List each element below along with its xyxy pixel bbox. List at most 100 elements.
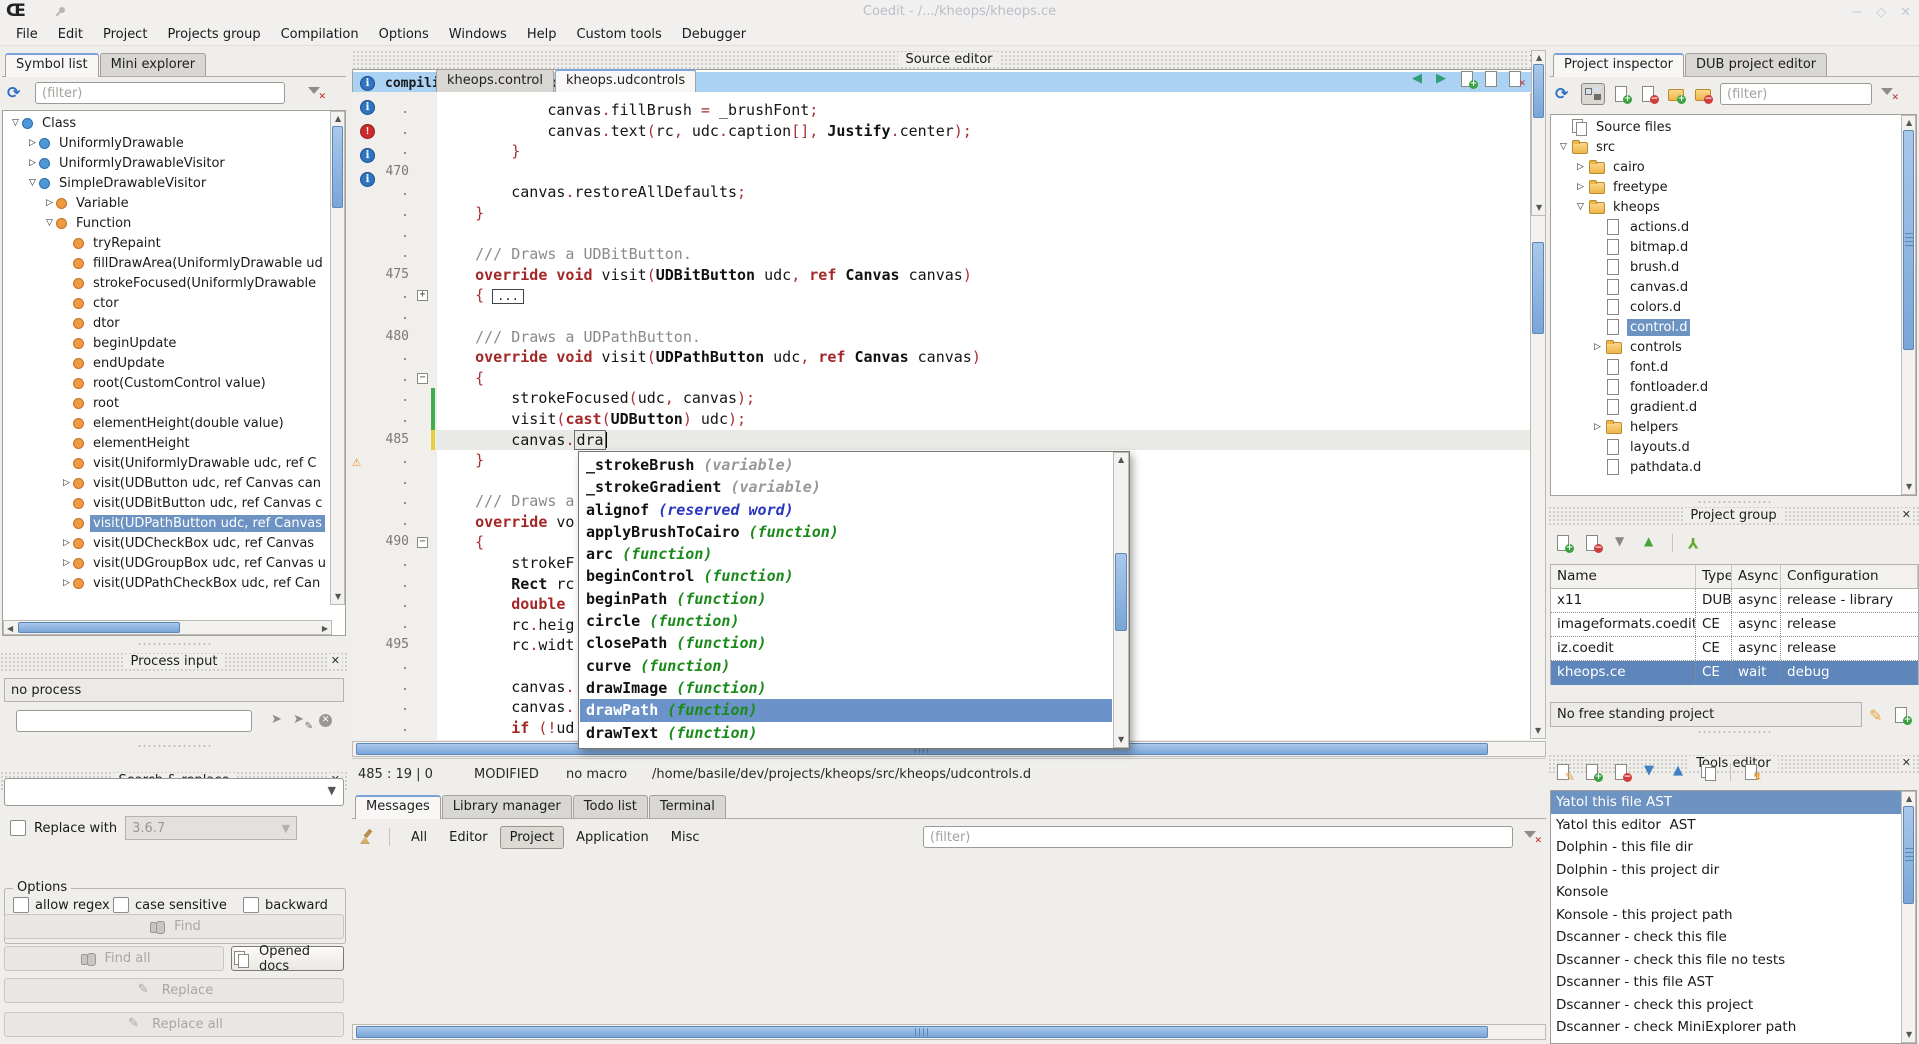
table-row[interactable]: iz.coeditCEasyncrelease [1551,637,1918,661]
doc-run-icon[interactable] [1742,763,1762,781]
doc-add-icon[interactable] [1554,534,1574,552]
completion-item[interactable]: drawImage(function) [580,677,1112,699]
tool-item[interactable]: Dolphin - this project dir [1551,859,1916,882]
completion-item[interactable]: alignof(reserved word) [580,499,1112,521]
checkbox-allow-regex[interactable] [13,897,29,913]
treeview-icon[interactable] [1583,85,1603,103]
refresh-icon[interactable] [1554,85,1574,103]
symbol-tree-vscrollbar[interactable]: ▲ ▼ [330,111,345,605]
doc-del-icon[interactable] [1639,85,1659,103]
project-tree-item[interactable]: ▷helpers [1551,417,1916,437]
symbol-tree-item[interactable]: ▽Function [3,213,345,233]
tab-messages[interactable]: Messages [355,795,441,819]
symbol-tree-item[interactable]: endUpdate [3,353,345,373]
tool-item[interactable]: Dolphin - this file dir [1551,836,1916,859]
expander-icon[interactable]: ▷ [1591,342,1604,352]
doc-add-icon[interactable] [1612,85,1632,103]
symbol-tree-item[interactable]: fillDrawArea(UniformlyDrawable ud [3,253,345,273]
symbol-tree-item[interactable]: tryRepaint [3,233,345,253]
send-pen-icon[interactable] [293,712,313,730]
folder-del-icon[interactable] [1693,85,1713,103]
replace-with-checkbox[interactable] [10,820,26,836]
doc-add-icon[interactable] [1458,70,1478,88]
minimize-icon[interactable]: − [1851,5,1862,20]
expander-icon[interactable]: ▷ [26,138,39,148]
checkbox-case-sensitive[interactable] [113,897,129,913]
messages-filter-input[interactable] [923,826,1513,848]
menu-item-projects-group[interactable]: Projects group [157,24,270,46]
expander-icon[interactable]: ▷ [43,198,56,208]
symbol-tree-item[interactable]: ▷visit(UDCheckBox udc, ref Canvas [3,533,345,553]
messages-filter-editor[interactable]: Editor [439,826,497,849]
table-row[interactable]: x11DUBasyncrelease - library [1551,589,1918,613]
chevron-down-icon[interactable]: ▼ [328,784,336,797]
symbol-tree-item[interactable]: visit(UDPathButton udc, ref Canvas [3,513,345,533]
replace-all-button[interactable]: Replace all [4,1012,344,1037]
tool-item[interactable]: Dscanner - check this file no tests [1551,949,1916,972]
arrow-up-green-icon[interactable] [1641,534,1661,552]
expander-icon[interactable]: ▷ [1591,422,1604,432]
menu-item-edit[interactable]: Edit [48,24,93,46]
fold-icon[interactable]: − [417,373,428,384]
menu-item-project[interactable]: Project [93,24,157,46]
doc-edit-icon[interactable] [1554,763,1574,781]
completion-item[interactable]: arc(function) [580,543,1112,565]
back-icon[interactable] [1410,70,1430,88]
project-tree-item[interactable]: brush.d [1551,257,1916,277]
opened-docs-button[interactable]: Opened docs [231,946,344,971]
project-tree-item[interactable]: actions.d [1551,217,1916,237]
tool-item[interactable]: Dscanner - check this file [1551,926,1916,949]
symbol-tree-item[interactable]: ▷visit(UDGroupBox udc, ref Canvas u [3,553,345,573]
editor-tab-kheops-control[interactable]: kheops.control [436,69,554,92]
messages-filter-misc[interactable]: Misc [661,826,710,849]
menu-item-debugger[interactable]: Debugger [672,24,756,46]
menu-item-options[interactable]: Options [369,24,439,46]
completion-item[interactable]: _strokeGradient(variable) [580,476,1112,498]
expander-icon[interactable]: ▷ [60,578,73,588]
symbol-tree-item[interactable]: root(CustomControl value) [3,373,345,393]
messages-vscrollbar[interactable]: ▲ ▼ [1531,69,1546,216]
completion-item[interactable]: applyBrushToCairo(function) [580,521,1112,543]
tool-item[interactable]: Dscanner - check MiniExplorer path [1551,1016,1916,1039]
project-tree-item[interactable]: bitmap.d [1551,237,1916,257]
project-tree-item[interactable]: control.d [1551,317,1916,337]
expander-icon[interactable]: ▽ [9,118,22,128]
replace-button[interactable]: Replace [4,978,344,1003]
close-icon[interactable]: ✕ [1900,5,1911,20]
symbol-tree-item[interactable]: ▷Variable [3,193,345,213]
tab-library-manager[interactable]: Library manager [442,795,572,818]
symbol-tree-item[interactable]: strokeFocused(UniformlyDrawable [3,273,345,293]
menu-item-help[interactable]: Help [517,24,567,46]
project-tree-vscrollbar[interactable]: ▲ ▼ [1901,115,1916,495]
close-icon[interactable]: ✕ [1900,508,1913,521]
clear-filter-icon[interactable] [1879,85,1899,103]
expander-icon[interactable]: ▷ [1574,162,1587,172]
project-tree-item[interactable]: pathdata.d [1551,457,1916,477]
project-tree-item[interactable]: canvas.d [1551,277,1916,297]
arrow-down-blue-icon[interactable] [1641,763,1661,781]
column-header-async[interactable]: Async [1732,565,1781,588]
symbol-tree-item[interactable]: ▷visit(UDButton udc, ref Canvas can [3,473,345,493]
replace-with-combo[interactable]: 3.6.7 ▼ [125,816,297,840]
completion-item[interactable]: closePath(function) [580,632,1112,654]
inspector-filter-input[interactable] [1720,83,1872,105]
column-header-type[interactable]: Type [1696,565,1732,588]
tool-item[interactable]: Dscanner - this file AST [1551,971,1916,994]
doc-add-icon[interactable] [1892,706,1912,724]
search-input[interactable] [4,778,344,806]
project-tree-item[interactable]: font.d [1551,357,1916,377]
column-header-configuration[interactable]: Configuration [1781,565,1918,588]
checkbox-backward[interactable] [243,897,259,913]
project-tree-item[interactable]: gradient.d [1551,397,1916,417]
symbol-tree-item[interactable]: ▷UniformlyDrawable [3,133,345,153]
tab-symbol-list[interactable]: Symbol list [5,53,99,77]
stop-icon[interactable] [317,712,337,730]
project-tree-item[interactable]: ▷cairo [1551,157,1916,177]
completion-scrollbar[interactable]: ▲ ▼ [1113,452,1129,748]
project-tree-item[interactable]: colors.d [1551,297,1916,317]
fold-icon[interactable]: + [417,290,428,301]
tab-mini-explorer[interactable]: Mini explorer [100,53,207,76]
project-tree-item[interactable]: ▽kheops [1551,197,1916,217]
messages-filter-all[interactable]: All [401,826,437,849]
tool-item[interactable]: Dscanner - check this project [1551,994,1916,1017]
